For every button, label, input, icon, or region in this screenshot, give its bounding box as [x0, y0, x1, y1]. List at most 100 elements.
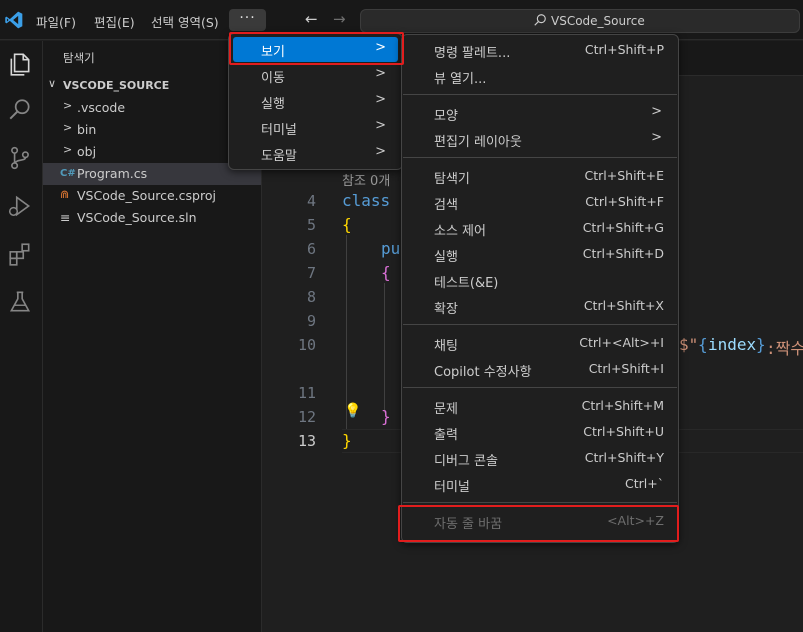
- menu-item-terminal-view[interactable]: 터미널 Ctrl+`: [406, 472, 674, 497]
- menu-item-open-view[interactable]: 뷰 열기...: [406, 64, 674, 89]
- menu-item-shortcut: Ctrl+Shift+M: [581, 398, 664, 413]
- menu-item-help[interactable]: 도움말 >: [233, 141, 398, 166]
- menu-item-debug-console[interactable]: 디버그 콘솔 Ctrl+Shift+Y: [406, 446, 674, 471]
- menu-item-label: 채팅: [434, 339, 458, 354]
- view-submenu: 명령 팔레트... Ctrl+Shift+P 뷰 열기... 모양 > 편집기 …: [401, 34, 679, 543]
- workspace-name: VSCode_Source: [551, 14, 645, 28]
- code-keyword-public: pu: [381, 239, 401, 258]
- line-number: 6: [306, 240, 316, 258]
- menu-item-label: 도움말: [261, 149, 297, 164]
- menu-item-shortcut: Ctrl+Shift+D: [582, 246, 664, 261]
- code-identifier: index: [708, 335, 757, 354]
- menu-item-chat[interactable]: 채팅 Ctrl+<Alt>+I: [406, 331, 674, 356]
- menu-item-run[interactable]: 실행 >: [233, 89, 398, 114]
- menu-item-terminal[interactable]: 터미널 >: [233, 115, 398, 140]
- menu-item-label: 문제: [434, 402, 458, 417]
- menu-edit[interactable]: 편집(E): [94, 12, 135, 31]
- menu-item-label: 이동: [261, 71, 285, 86]
- menu-item-label: 디버그 콘솔: [434, 454, 498, 469]
- root-folder-label: VSCODE_SOURCE: [63, 79, 170, 92]
- chevron-down-icon: ∨: [48, 77, 57, 90]
- menu-item-run-view[interactable]: 실행 Ctrl+Shift+D: [406, 242, 674, 267]
- tree-item-csproj[interactable]: ⋒ VSCode_Source.csproj: [43, 185, 261, 207]
- menu-item-editor-layout[interactable]: 편집기 레이아웃 >: [406, 127, 674, 152]
- testing-icon[interactable]: [7, 289, 33, 315]
- menu-item-problems[interactable]: 문제 Ctrl+Shift+M: [406, 394, 674, 419]
- menu-item-label: 편집기 레이아웃: [434, 135, 522, 150]
- highlight-box-view: [229, 32, 404, 65]
- menu-item-label: 검색: [434, 198, 458, 213]
- more-menus-button[interactable]: ···: [229, 9, 266, 31]
- vscode-logo-icon[interactable]: [4, 10, 24, 30]
- explorer-icon[interactable]: [7, 51, 33, 77]
- run-debug-icon[interactable]: [7, 193, 33, 219]
- menu-item-extensions[interactable]: 확장 Ctrl+Shift+X: [406, 294, 674, 319]
- line-number: 7: [306, 264, 316, 282]
- indent-guide: [346, 235, 347, 429]
- code-interp-brace: }: [756, 335, 766, 354]
- menu-item-explorer[interactable]: 탐색기 Ctrl+Shift+E: [406, 164, 674, 189]
- line-number: 5: [306, 216, 316, 234]
- search-icon[interactable]: [7, 97, 33, 123]
- tree-item-sln[interactable]: ≡ VSCode_Source.sln: [43, 207, 261, 229]
- menu-separator: [403, 502, 677, 503]
- line-number-active: 13: [297, 432, 316, 450]
- menu-item-output[interactable]: 출력 Ctrl+Shift+U: [406, 420, 674, 445]
- menu-item-shortcut: Ctrl+Shift+Y: [584, 450, 664, 465]
- search-icon: [534, 14, 546, 26]
- back-arrow-icon[interactable]: ←: [305, 10, 318, 28]
- menu-item-testing[interactable]: 테스트(&E): [406, 268, 674, 293]
- code-keyword-class: class: [342, 191, 391, 210]
- menu-item-label: 출력: [434, 428, 458, 443]
- menu-item-label: 테스트(&E): [434, 276, 499, 291]
- menu-item-shortcut: Ctrl+Shift+I: [588, 361, 664, 376]
- chevron-right-icon: >: [63, 121, 73, 134]
- menu-file[interactable]: 파일(F): [36, 12, 76, 31]
- menu-item-go[interactable]: 이동 >: [233, 63, 398, 88]
- line-number: 4: [306, 192, 316, 210]
- chevron-right-icon: >: [63, 99, 73, 112]
- code-string-rest: :짝수: [766, 339, 803, 358]
- source-control-icon[interactable]: [7, 145, 33, 171]
- menu-item-label: 모양: [434, 109, 458, 124]
- extensions-icon[interactable]: [7, 241, 33, 267]
- sidebar-title: 탐색기: [63, 51, 95, 65]
- code-brace: {: [381, 263, 391, 282]
- rss-file-icon: ⋒: [60, 188, 70, 201]
- forward-arrow-icon[interactable]: →: [333, 10, 346, 28]
- code-brace: }: [381, 407, 391, 426]
- code-string-prefix: $": [679, 335, 699, 354]
- chevron-right-icon: >: [375, 66, 386, 81]
- menu-separator: [403, 324, 677, 325]
- chevron-right-icon: >: [375, 92, 386, 107]
- menu-item-label: 터미널: [261, 123, 297, 138]
- command-center-search[interactable]: VSCode_Source: [360, 9, 800, 33]
- lightbulb-icon[interactable]: 💡: [344, 403, 361, 419]
- menu-separator: [403, 387, 677, 388]
- tree-item-label: bin: [77, 122, 97, 137]
- menu-item-shortcut: Ctrl+Shift+E: [584, 168, 665, 183]
- menu-item-shortcut: Ctrl+Shift+P: [584, 42, 664, 57]
- line-number: 8: [306, 288, 316, 306]
- menu-item-label: 명령 팔레트...: [434, 46, 511, 61]
- menu-item-appearance[interactable]: 모양 >: [406, 101, 674, 126]
- sln-file-icon: ≡: [60, 210, 71, 225]
- menu-item-source-control[interactable]: 소스 제어 Ctrl+Shift+G: [406, 216, 674, 241]
- menu-item-shortcut: Ctrl+Shift+U: [583, 424, 664, 439]
- activity-bar: [0, 41, 43, 632]
- menu-item-copilot-edits[interactable]: Copilot 수정사항 Ctrl+Shift+I: [406, 357, 674, 382]
- menu-item-shortcut: Ctrl+Shift+G: [582, 220, 664, 235]
- highlight-box-word-wrap: [398, 505, 679, 542]
- menu-item-command-palette[interactable]: 명령 팔레트... Ctrl+Shift+P: [406, 38, 674, 63]
- menu-item-label: Copilot 수정사항: [434, 365, 532, 380]
- tree-item-label: .vscode: [77, 100, 126, 115]
- chevron-right-icon: >: [651, 104, 662, 119]
- chevron-right-icon: >: [63, 143, 73, 156]
- menu-separator: [403, 94, 677, 95]
- codelens-references[interactable]: 참조 0개: [342, 170, 390, 189]
- menu-item-label: 터미널: [434, 480, 470, 495]
- menu-selection[interactable]: 선택 영역(S): [151, 12, 219, 31]
- menu-item-shortcut: Ctrl+Shift+F: [585, 194, 664, 209]
- menu-item-search[interactable]: 검색 Ctrl+Shift+F: [406, 190, 674, 215]
- code-interp-brace: {: [698, 335, 708, 354]
